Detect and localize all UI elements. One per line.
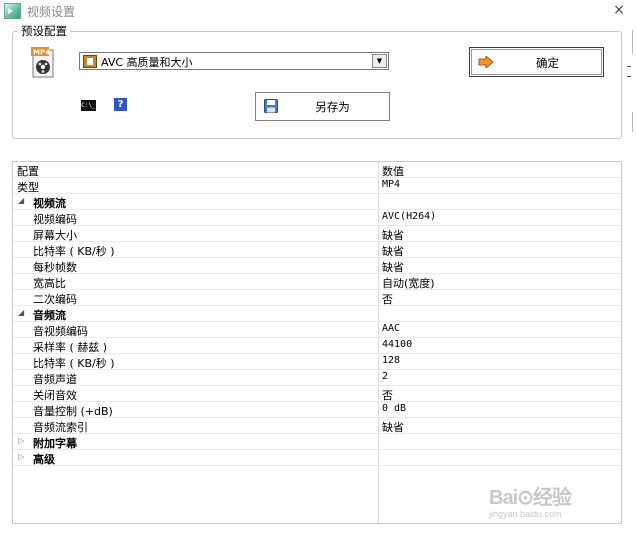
window-title: 视频设置 [27, 5, 76, 19]
property-row[interactable]: 每秒帧数 缺省 [13, 258, 621, 274]
property-key: 屏幕大小 [33, 229, 77, 242]
property-value[interactable]: 128 [382, 355, 400, 366]
property-row[interactable]: 比特率 ( KB/秒 ) 缺省 [13, 242, 621, 258]
category-label: 视频流 [33, 197, 66, 210]
property-value[interactable]: 2 [382, 371, 388, 382]
category-label: 高级 [33, 453, 55, 466]
command-line-icon[interactable]: C:\_ [81, 100, 96, 111]
preset-group-label: 预设配置 [18, 23, 70, 39]
property-key: 音量控制 (+dB) [33, 405, 113, 418]
chevron-down-icon[interactable]: ▼ [372, 54, 387, 68]
save-as-button[interactable]: 另存为 [255, 92, 390, 121]
close-button[interactable]: × [610, 1, 628, 19]
property-row[interactable]: 二次编码 否 [13, 290, 621, 306]
mp4-file-icon: MP4 [31, 47, 57, 79]
property-key: 每秒帧数 [33, 261, 77, 274]
column-header-config: 配置 [17, 165, 39, 178]
property-value[interactable]: 否 [382, 387, 393, 403]
property-row[interactable]: 宽高比 自动(宽度) [13, 274, 621, 290]
property-row[interactable]: 音频流索引 缺省 [13, 418, 621, 434]
app-icon [4, 3, 21, 19]
category-row[interactable]: ▷ 附加字幕 [13, 434, 621, 450]
property-value[interactable]: 自动(宽度) [382, 275, 435, 291]
property-row[interactable]: 比特率 ( KB/秒 ) 128 [13, 354, 621, 370]
watermark-url: jingyan.baidu.com [489, 509, 562, 519]
preset-dropdown[interactable]: AVC 高质量和大小 ▼ [79, 52, 389, 70]
mp4-icon-label: MP4 [33, 49, 50, 57]
expand-triangle-icon[interactable]: ▷ [18, 452, 24, 461]
watermark-logo: Bai⊙经验 [489, 487, 572, 509]
property-key: 比特率 ( KB/秒 ) [33, 245, 115, 258]
help-icon[interactable]: ? [114, 98, 127, 111]
property-value[interactable]: AVC(H264) [382, 211, 436, 222]
collapse-triangle-icon[interactable]: ◢ [18, 196, 24, 205]
property-key: 视频编码 [33, 213, 77, 226]
property-key: 音频声道 [33, 373, 77, 386]
property-row[interactable]: 关闭音效 否 [13, 386, 621, 402]
property-value[interactable]: 44100 [382, 339, 412, 350]
film-icon [83, 55, 97, 68]
property-grid[interactable]: 配置 数值 类型 MP4 ◢ 视频流 视频编码 AVC(H264) 屏幕大小 缺省 比特率 ( … [12, 161, 622, 524]
property-key: 二次编码 [33, 293, 77, 306]
window-edge [632, 30, 633, 54]
category-row[interactable]: ◢ 视频流 [13, 194, 621, 210]
property-key: 类型 [17, 181, 39, 194]
property-value[interactable]: 缺省 [382, 227, 404, 243]
property-key: 关闭音效 [33, 389, 77, 402]
title-bar: 视频设置 × [0, 0, 636, 22]
property-row[interactable]: 类型 MP4 [13, 178, 621, 194]
collapse-triangle-icon[interactable]: ◢ [18, 308, 24, 317]
ok-button[interactable]: 确定 [469, 47, 604, 77]
property-key: 音视频编码 [33, 325, 88, 338]
property-value[interactable]: MP4 [382, 179, 400, 190]
property-key: 采样率 ( 赫兹 ) [33, 341, 108, 354]
category-label: 附加字幕 [33, 437, 77, 450]
property-key: 比特率 ( KB/秒 ) [33, 357, 115, 370]
property-key: 音频流索引 [33, 421, 88, 434]
ok-button-label: 确定 [536, 56, 559, 70]
category-row[interactable]: ◢ 音频流 [13, 306, 621, 322]
column-header-value: 数值 [382, 165, 404, 178]
property-row[interactable]: 音量控制 (+dB) 0 dB [13, 402, 621, 418]
property-row[interactable]: 屏幕大小 缺省 [13, 226, 621, 242]
property-key: 宽高比 [33, 277, 66, 290]
property-row[interactable]: 采样率 ( 赫兹 ) 44100 [13, 338, 621, 354]
window-edge [627, 66, 631, 67]
category-row[interactable]: ▷ 高级 [13, 450, 621, 466]
window-edge [627, 76, 631, 77]
preset-dropdown-value: AVC 高质量和大小 [101, 56, 193, 69]
property-row[interactable]: 音视频编码 AAC [13, 322, 621, 338]
property-value[interactable]: 缺省 [382, 243, 404, 259]
property-row[interactable]: 视频编码 AVC(H264) [13, 210, 621, 226]
property-value[interactable]: 缺省 [382, 419, 404, 435]
category-label: 音频流 [33, 309, 66, 322]
expand-triangle-icon[interactable]: ▷ [18, 436, 24, 445]
watermark: Bai⊙经验 jingyan.baidu.com [489, 471, 609, 525]
window-edge [632, 112, 633, 132]
property-value[interactable]: 否 [382, 291, 393, 307]
property-row[interactable]: 音频声道 2 [13, 370, 621, 386]
property-value[interactable]: 缺省 [382, 259, 404, 275]
grid-header: 配置 数值 [13, 162, 621, 178]
property-value[interactable]: 0 dB [382, 403, 406, 414]
save-as-button-label: 另存为 [315, 100, 350, 114]
property-value[interactable]: AAC [382, 323, 400, 334]
